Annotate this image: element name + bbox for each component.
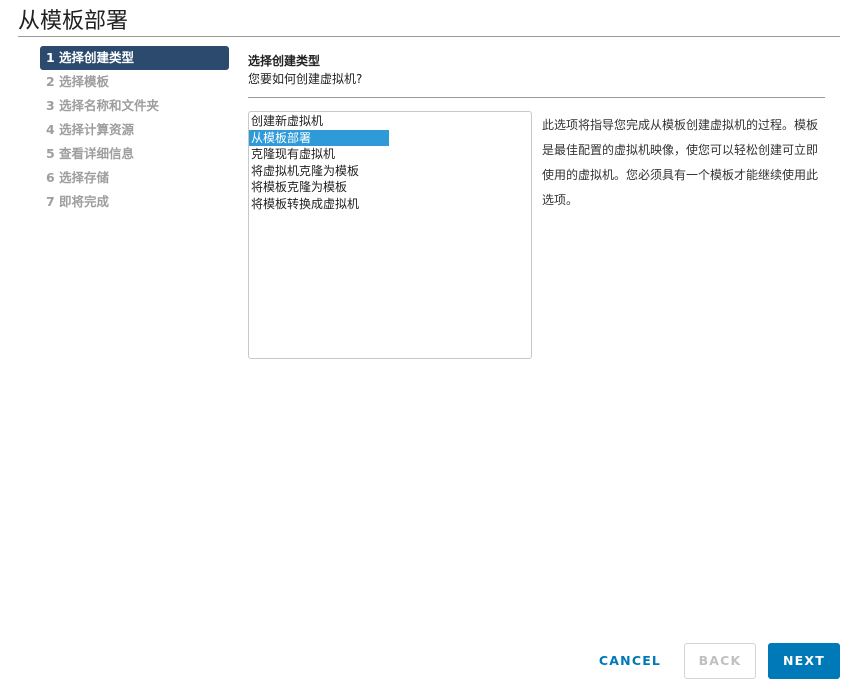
creation-type-listbox[interactable]: 创建新虚拟机 从模板部署 克隆现有虚拟机 将虚拟机克隆为模板 将模板克隆为模板 … [248, 111, 532, 359]
section-divider [248, 97, 825, 98]
option-convert-template-to-vm[interactable]: 将模板转换成虚拟机 [249, 196, 389, 213]
step-select-storage: 6 选择存储 [46, 170, 110, 185]
section-subtitle: 您要如何创建虚拟机? [248, 72, 363, 86]
title-divider [18, 36, 840, 37]
option-description: 此选项将指导您完成从模板创建虚拟机的过程。模板是最佳配置的虚拟机映像，使您可以轻… [542, 118, 819, 207]
option-deploy-from-template[interactable]: 从模板部署 [249, 129, 389, 146]
option-clone-template-to-template[interactable]: 将模板克隆为模板 [249, 179, 389, 196]
step-select-compute-resource: 4 选择计算资源 [46, 122, 135, 137]
dialog-title: 从模板部署 [18, 9, 129, 34]
cancel-button[interactable]: CANCEL [592, 643, 668, 679]
step-ready-to-complete: 7 即将完成 [46, 194, 110, 209]
wizard-steps: 1 选择创建类型 2 选择模板 3 选择名称和文件夹 4 选择计算资源 5 查看… [40, 46, 229, 214]
step-select-creation-type[interactable]: 1 选择创建类型 [40, 46, 229, 70]
option-clone-vm-to-template[interactable]: 将虚拟机克隆为模板 [249, 163, 389, 180]
step-review-details: 5 查看详细信息 [46, 146, 135, 161]
section-title: 选择创建类型 [248, 54, 321, 68]
option-clone-existing-vm[interactable]: 克隆现有虚拟机 [249, 146, 389, 163]
step-select-template: 2 选择模板 [46, 74, 110, 89]
main-panel: 选择创建类型 您要如何创建虚拟机? [248, 53, 825, 98]
step-select-name-and-folder: 3 选择名称和文件夹 [46, 98, 160, 113]
back-button: BACK [684, 643, 756, 679]
option-create-new-vm[interactable]: 创建新虚拟机 [249, 113, 389, 130]
next-button[interactable]: NEXT [768, 643, 840, 679]
